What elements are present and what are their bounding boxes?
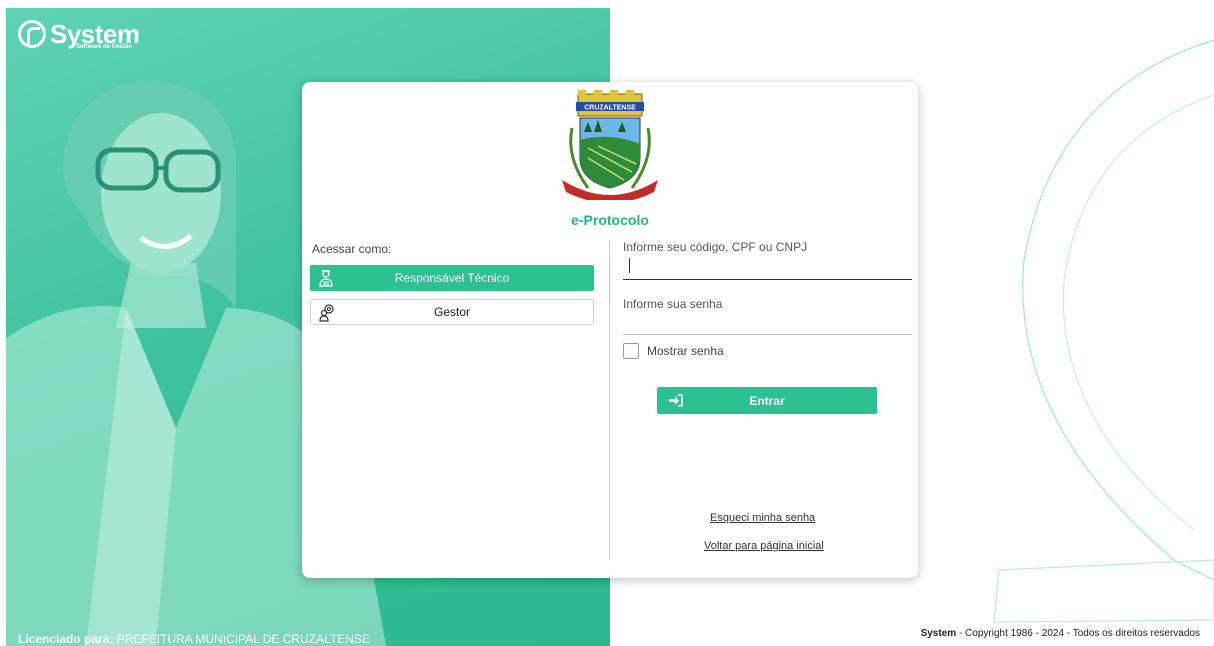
- copyright-footer: System - Copyright 1986 - 2024 - Todos o…: [921, 628, 1200, 639]
- brand-tagline: Software de Gestão: [76, 44, 133, 50]
- license-info: Licenciado para: PREFEITURA MUNICIPAL DE…: [18, 632, 370, 646]
- text-caret: [629, 258, 630, 273]
- back-to-home-link[interactable]: Voltar para página inicial: [704, 540, 824, 552]
- role-gestor-button[interactable]: Gestor: [310, 299, 594, 325]
- show-password-label: Mostrar senha: [647, 344, 724, 358]
- sign-in-icon: [669, 394, 683, 407]
- decorative-curves: [993, 39, 1214, 623]
- show-password-row[interactable]: Mostrar senha: [623, 343, 724, 359]
- forgot-password-link[interactable]: Esqueci minha senha: [710, 512, 815, 524]
- enter-button[interactable]: Entrar: [657, 387, 877, 414]
- access-as-label: Acessar como:: [312, 242, 392, 256]
- license-label: Licenciado para:: [18, 632, 114, 646]
- municipal-crest: CRUZALTENSE: [562, 90, 658, 200]
- login-card: CRUZALTENSE e-Protocolo Acessar como: Re…: [302, 82, 918, 578]
- license-value: PREFEITURA MUNICIPAL DE CRUZALTENSE: [116, 632, 370, 646]
- system-logo-icon: [18, 20, 46, 48]
- footer-brand: System: [920, 628, 957, 639]
- password-field-label: Informe sua senha: [623, 297, 723, 311]
- show-password-checkbox[interactable]: [623, 343, 639, 359]
- footer-text: - Copyright 1986 - 2024 - Todos os direi…: [958, 628, 1200, 639]
- role-responsavel-tecnico-button[interactable]: Responsável Técnico: [310, 265, 594, 291]
- app-title: e-Protocolo: [571, 212, 649, 228]
- user-code-input[interactable]: [623, 258, 912, 280]
- role-gestor-label: Gestor: [433, 305, 470, 319]
- crest-banner-text: CRUZALTENSE: [584, 105, 636, 112]
- role-responsavel-tecnico-label: Responsável Técnico: [394, 271, 510, 285]
- manager-icon: [319, 304, 334, 322]
- enter-button-label: Entrar: [749, 393, 785, 408]
- password-input[interactable]: [623, 313, 912, 335]
- column-divider: [609, 240, 610, 560]
- user-field-label: Informe seu código, CPF ou CNPJ: [623, 240, 808, 254]
- technician-icon: [319, 270, 333, 287]
